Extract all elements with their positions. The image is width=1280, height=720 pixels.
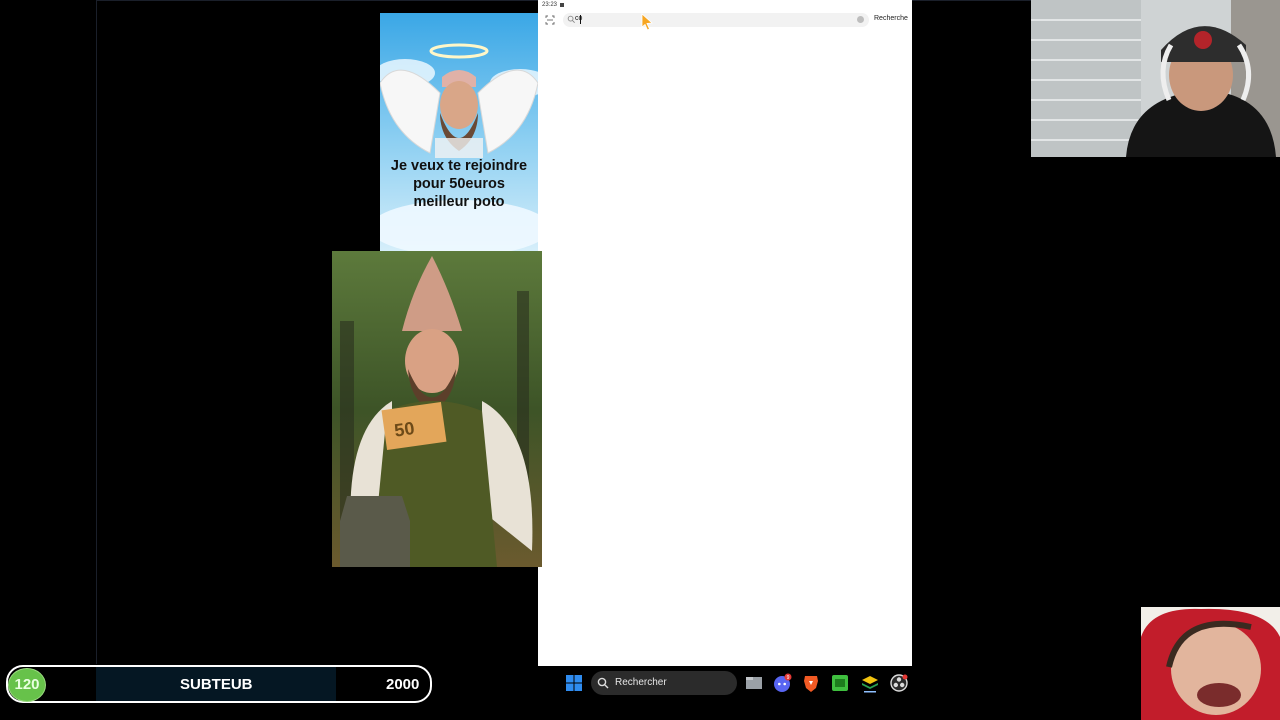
windows-start-icon[interactable]: [566, 675, 582, 691]
phone-screen: 23:23 co Recherche: [538, 0, 912, 666]
brave-icon[interactable]: [801, 673, 821, 693]
text-caret: [580, 15, 581, 24]
discord-badge: 9: [787, 675, 790, 681]
search-button[interactable]: Recherche: [874, 15, 908, 22]
back-scan-icon[interactable]: [545, 15, 555, 25]
meme-caption: Je veux te rejoindre pour 50euros meille…: [380, 157, 538, 211]
angel-illustration: [380, 13, 538, 251]
gnome-illustration: 50: [332, 251, 542, 567]
caption-line: pour 50euros: [413, 176, 505, 192]
clear-icon[interactable]: [857, 16, 864, 23]
sub-goal-bar: 120 SUBTEUB 2000: [6, 665, 432, 703]
caption-line: Je veux te rejoindre: [390, 158, 528, 174]
search-icon: [597, 677, 609, 689]
search-input[interactable]: co: [563, 13, 869, 27]
green-app-icon[interactable]: [830, 673, 850, 693]
sub-goal-label: SUBTEUB: [180, 676, 253, 693]
obs-icon[interactable]: [889, 673, 909, 693]
sub-goal-target: 2000: [386, 676, 420, 693]
taskbar-search[interactable]: Rechercher: [591, 671, 737, 695]
search-value: co: [575, 15, 583, 22]
meme-angel-image: Je veux te rejoindre pour 50euros meille…: [380, 13, 538, 251]
taskbar-search-placeholder: Rechercher: [615, 677, 667, 688]
status-time: 23:23: [542, 2, 558, 8]
layers-app-icon[interactable]: [860, 673, 880, 693]
meme-gnome-image: 50: [332, 251, 542, 567]
left-border: [96, 0, 97, 664]
streamer-webcam: [1031, 0, 1280, 157]
caption-line: meilleur poto: [413, 194, 505, 210]
status-notification-icon: [560, 3, 564, 7]
file-explorer-icon[interactable]: [744, 673, 764, 693]
webcam-feed: [1141, 607, 1280, 720]
sub-count-badge: 120: [8, 668, 46, 702]
mouse-cursor-icon: [641, 13, 653, 31]
webcam-feed: [1031, 0, 1280, 157]
guest-webcam: [1141, 607, 1280, 720]
banknote-value: 50: [393, 418, 416, 441]
discord-icon[interactable]: 9: [772, 673, 792, 693]
